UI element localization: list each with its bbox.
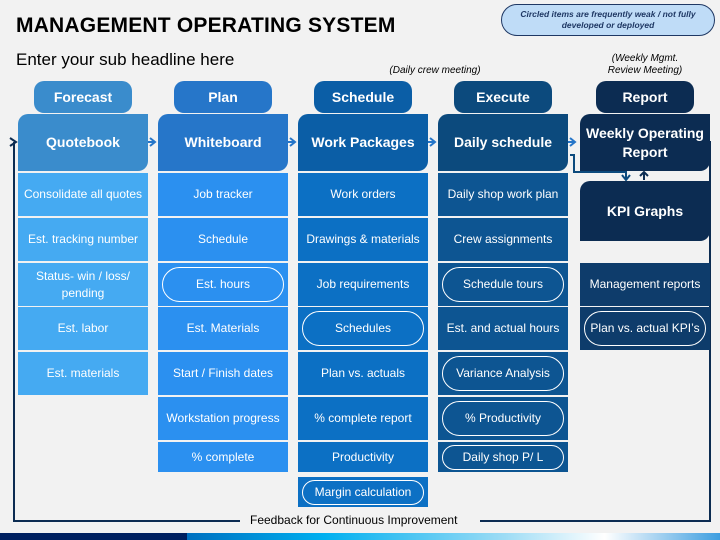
list-item: Plan vs. actuals <box>298 352 428 395</box>
page-title: MANAGEMENT OPERATING SYSTEM <box>16 14 396 37</box>
list-item: % complete report <box>298 397 428 440</box>
list-item: Start / Finish dates <box>158 352 288 395</box>
phase-forecast: Forecast <box>34 81 132 113</box>
circle-marker: % Productivity <box>442 401 564 436</box>
list-item-circled: Margin calculation <box>298 477 428 507</box>
list-item-circled: % Productivity <box>438 397 568 440</box>
list-item-circled: Est. hours <box>158 263 288 306</box>
list-item: Job tracker <box>158 173 288 216</box>
list-item: Management reports <box>580 263 710 306</box>
list-item: Status- win / loss/ pending <box>18 263 148 306</box>
bottom-accent-bar <box>0 533 720 540</box>
header-weekly-operating-report: Weekly Operating Report <box>580 114 710 171</box>
header-work-packages: Work Packages <box>298 114 428 171</box>
list-item: Crew assignments <box>438 218 568 261</box>
list-item: Est. materials <box>18 352 148 395</box>
list-item: Consolidate all quotes <box>18 173 148 216</box>
header-daily-schedule: Daily schedule <box>438 114 568 171</box>
phase-execute: Execute <box>454 81 552 113</box>
annotation-line: Review Meeting) <box>607 65 683 76</box>
circle-marker: Schedule tours <box>442 267 564 302</box>
phase-plan: Plan <box>174 81 272 113</box>
phase-report: Report <box>596 81 694 113</box>
list-item: Workstation progress <box>158 397 288 440</box>
legend-note: Circled items are frequently weak / not … <box>501 4 715 36</box>
circle-marker: Est. hours <box>162 267 284 302</box>
list-item: Productivity <box>298 442 428 472</box>
circle-marker: Plan vs. actual KPI’s <box>584 311 706 346</box>
list-item-circled: Daily shop P/ L <box>438 442 568 472</box>
annotation-daily-crew-meeting: (Daily crew meeting) <box>389 65 481 76</box>
circle-marker: Schedules <box>302 311 424 346</box>
list-item: Est. tracking number <box>18 218 148 261</box>
header-quotebook: Quotebook <box>18 114 148 171</box>
list-item: Work orders <box>298 173 428 216</box>
list-item: Job requirements <box>298 263 428 306</box>
list-item-circled: Variance Analysis <box>438 352 568 395</box>
list-item-circled: Plan vs. actual KPI’s <box>580 307 710 350</box>
page-subtitle: Enter your sub headline here <box>16 50 235 69</box>
list-item-circled: Schedules <box>298 307 428 350</box>
circle-marker: Variance Analysis <box>442 356 564 391</box>
list-item: Est. labor <box>18 307 148 350</box>
list-item: Est. and actual hours <box>438 307 568 350</box>
circle-marker: Margin calculation <box>302 479 424 505</box>
list-item: Est. Materials <box>158 307 288 350</box>
circle-marker: Daily shop P/ L <box>442 444 564 470</box>
feedback-label: Feedback for Continuous Improvement <box>244 513 464 527</box>
list-item-circled: Schedule tours <box>438 263 568 306</box>
annotation-weekly-mgmt: (Weekly Mgmt. Review Meeting) <box>590 53 700 77</box>
list-item: Schedule <box>158 218 288 261</box>
phase-schedule: Schedule <box>314 81 412 113</box>
header-whiteboard: Whiteboard <box>158 114 288 171</box>
list-item: Drawings & materials <box>298 218 428 261</box>
list-item: Daily shop work plan <box>438 173 568 216</box>
annotation-line: (Weekly Mgmt. <box>611 53 679 64</box>
list-item: % complete <box>158 442 288 472</box>
kpi-graphs-box: KPI Graphs <box>580 181 710 241</box>
